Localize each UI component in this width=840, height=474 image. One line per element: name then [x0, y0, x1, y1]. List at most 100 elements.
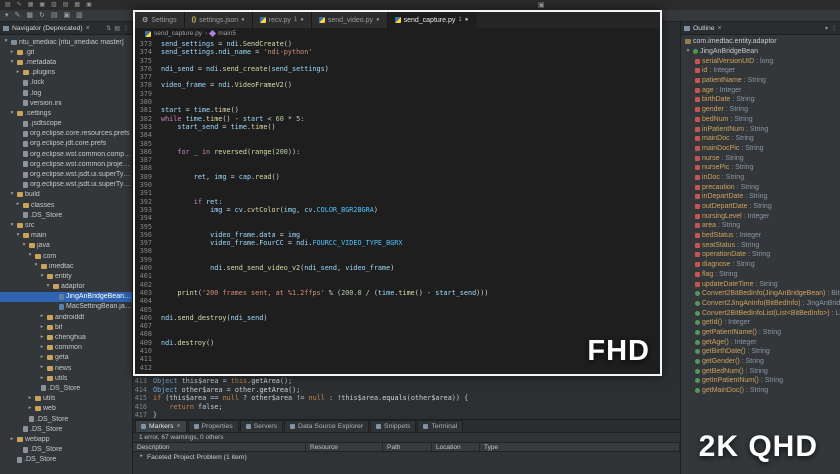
- outline-item-convert2jinganinfo-bitbedinfo[interactable]: Convert2JingAnInfo(BitBedInfo) : JingAnB…: [681, 299, 840, 309]
- outline-item-patientname[interactable]: patientName : String: [681, 76, 840, 86]
- navigator-item-classes[interactable]: ▸classes: [0, 200, 132, 210]
- outline-item-com-imedtac-entity-adaptor[interactable]: com.imedtac.entity.adaptor: [681, 37, 840, 47]
- outline-item-operationdate[interactable]: operationDate : String: [681, 250, 840, 260]
- marker-column-resource[interactable]: Resource: [306, 443, 383, 451]
- navigator-item-adaptor[interactable]: ▾adaptor: [0, 282, 132, 292]
- navigator-item-ds-store[interactable]: .DS_Store: [0, 210, 132, 220]
- outline-item-maindoc[interactable]: mainDoc : String: [681, 134, 840, 144]
- expand-arrow-icon[interactable]: ▸: [39, 345, 45, 351]
- outline-item-seatstatus[interactable]: seatStatus : String: [681, 240, 840, 250]
- navigator-item-metadata[interactable]: ▾.metadata: [0, 57, 132, 67]
- outline-item-getage[interactable]: getAge() : Integer: [681, 337, 840, 347]
- expand-arrow-icon[interactable]: ▸: [39, 335, 45, 341]
- outline-item-nursinglevel[interactable]: nursingLevel : Integer: [681, 211, 840, 221]
- expand-arrow-icon[interactable]: ▾: [33, 263, 39, 269]
- outline-item-gender[interactable]: gender : String: [681, 105, 840, 115]
- outline-item-updatedatetime[interactable]: updateDateTime : String: [681, 279, 840, 289]
- editor-tab-send-capture-py[interactable]: send_capture.py1●: [388, 12, 477, 28]
- outline-item-bedstatus[interactable]: bedStatus : Integer: [681, 231, 840, 241]
- toolbar-icon[interactable]: ▥: [76, 12, 83, 19]
- outline-item-convert2bitbedinfolist-list-bitbedinfo[interactable]: Convert2BitBedInfoList(List<BitBedInfo>)…: [681, 308, 840, 318]
- navigator-item-ds-store[interactable]: .DS_Store: [0, 383, 132, 393]
- navigator-item-utils[interactable]: ▸utils: [0, 373, 132, 383]
- navigator-item-main[interactable]: ▾main: [0, 231, 132, 241]
- outline-item-indepartdate[interactable]: inDepartDate : String: [681, 192, 840, 202]
- navigator-item-org-eclipse-core-resources-prefs[interactable]: org.eclipse.core.resources.prefs: [0, 129, 132, 139]
- close-icon[interactable]: ×: [86, 25, 90, 32]
- window-icon[interactable]: ▥: [51, 2, 57, 8]
- expand-arrow-icon[interactable]: ▸: [9, 437, 15, 443]
- navigator-item-jinganbridgebean-java[interactable]: JingAnBridgeBean.java: [0, 292, 132, 302]
- breadcrumb-file[interactable]: send_capture.py: [154, 30, 202, 37]
- navigator-item-build[interactable]: ▾build: [0, 190, 132, 200]
- outline-item-getbirthdate[interactable]: getBirthDate() : String: [681, 347, 840, 357]
- navigator-item-org-eclipse-wst-jsdt-ui-supertype-contai[interactable]: org.eclipse.wst.jsdt.ui.superType.contai…: [0, 169, 132, 179]
- close-icon[interactable]: ×: [177, 423, 181, 430]
- navigator-item-utils[interactable]: ▸utils: [0, 394, 132, 404]
- outline-item-id[interactable]: id : Integer: [681, 66, 840, 76]
- toolbar-icon[interactable]: ▤: [51, 12, 58, 19]
- expand-arrow-icon[interactable]: ▸: [39, 314, 45, 320]
- editor-tab-recv-py[interactable]: recv.py1●: [253, 12, 312, 28]
- expand-arrow-icon[interactable]: ▾: [9, 192, 15, 198]
- toolbar-icon[interactable]: ✎: [15, 12, 21, 19]
- marker-column-location[interactable]: Location: [432, 443, 480, 451]
- outline-item-nurse[interactable]: nurse : String: [681, 153, 840, 163]
- outline-item-getbednum[interactable]: getBedNum() : String: [681, 366, 840, 376]
- outline-item-getinpatientnum[interactable]: getInPatientNum() : String: [681, 376, 840, 386]
- window-icon[interactable]: ▤: [63, 2, 69, 8]
- expand-arrow-icon[interactable]: ▾: [21, 243, 27, 249]
- navigator-item-news[interactable]: ▸news: [0, 363, 132, 373]
- navigator-item-ds-store[interactable]: .DS_Store: [0, 424, 132, 434]
- navigator-item-macsettingbean-java[interactable]: MacSettingBean.java: [0, 302, 132, 312]
- navigator-item-plugins[interactable]: ▸.plugins: [0, 68, 132, 78]
- expand-arrow-icon[interactable]: ▸: [27, 396, 33, 402]
- expand-arrow-icon[interactable]: ▾: [15, 233, 21, 239]
- navigator-tab-label[interactable]: Navigator (Deprecated): [12, 25, 83, 32]
- outline-item-area[interactable]: area : String: [681, 221, 840, 231]
- navigator-item-log[interactable]: .log: [0, 88, 132, 98]
- top-mid-icon[interactable]: ▣: [538, 1, 545, 9]
- expand-arrow-icon[interactable]: ▸: [39, 355, 45, 361]
- expand-arrow-icon[interactable]: ▾: [39, 274, 45, 280]
- navigator-item-common[interactable]: ▸common: [0, 343, 132, 353]
- navigator-item-org-eclipse-jdt-core-prefs[interactable]: org.eclipse.jdt.core.prefs: [0, 139, 132, 149]
- bottom-tab-markers[interactable]: Markers×: [135, 420, 187, 432]
- outline-tab-label[interactable]: Outline: [693, 25, 715, 32]
- navigator-item-ds-store[interactable]: .DS_Store: [0, 455, 132, 465]
- navigator-item-org-eclipse-wst-common-component[interactable]: org.eclipse.wst.common.component: [0, 149, 132, 159]
- navigator-item-imedtac[interactable]: ▾imedtac: [0, 261, 132, 271]
- panel-toolbar-icon[interactable]: ▾: [825, 25, 828, 32]
- outline-item-serialversionuid[interactable]: serialVersionUID : long: [681, 56, 840, 66]
- toolbar-icon[interactable]: ▦: [26, 12, 33, 19]
- navigator-item-geta[interactable]: ▸geta: [0, 353, 132, 363]
- navigator-item-webapp[interactable]: ▸webapp: [0, 434, 132, 444]
- expand-arrow-icon[interactable]: ▸: [39, 325, 45, 331]
- toolbar-icon[interactable]: ▾: [5, 12, 9, 19]
- expand-arrow-icon[interactable]: ▸: [9, 50, 15, 56]
- navigator-item-version-ini[interactable]: version.ini: [0, 98, 132, 108]
- window-icon[interactable]: ▤: [5, 2, 11, 8]
- expand-arrow-icon[interactable]: ▾: [9, 223, 15, 229]
- expand-arrow-icon[interactable]: ▸: [15, 202, 21, 208]
- navigator-item-ds-store[interactable]: .DS_Store: [0, 414, 132, 424]
- outline-item-getgender[interactable]: getGender() : String: [681, 357, 840, 367]
- bottom-tab-data-source-explorer[interactable]: Data Source Explorer: [284, 420, 369, 432]
- navigator-item-bit[interactable]: ▸bit: [0, 322, 132, 332]
- navigator-item-jsdtscope[interactable]: .jsdtscope: [0, 119, 132, 129]
- expand-arrow-icon[interactable]: ▸: [39, 376, 45, 382]
- navigator-item-org-eclipse-wst-jsdt-ui-supertype-name[interactable]: org.eclipse.wst.jsdt.ui.superType.name: [0, 180, 132, 190]
- panel-toolbar-icon[interactable]: ⇅: [106, 25, 111, 32]
- marker-row[interactable]: ▸Faceted Project Problem (1 item): [133, 452, 680, 462]
- marker-column-type[interactable]: Type: [480, 443, 680, 451]
- dirty-dot-icon[interactable]: ●: [376, 17, 380, 23]
- close-icon[interactable]: ×: [718, 25, 722, 32]
- panel-toolbar-icon[interactable]: ⋮: [123, 25, 129, 32]
- editor-tab-send-video-py[interactable]: send_video.py●: [312, 12, 388, 28]
- toolbar-icon[interactable]: ↻: [39, 12, 45, 19]
- dirty-dot-icon[interactable]: ●: [300, 17, 304, 23]
- bottom-tab-properties[interactable]: Properties: [188, 420, 239, 432]
- marker-column-description[interactable]: Description: [133, 443, 306, 451]
- outline-item-diagnose[interactable]: diagnose : String: [681, 260, 840, 270]
- bottom-tab-servers[interactable]: Servers: [240, 420, 283, 432]
